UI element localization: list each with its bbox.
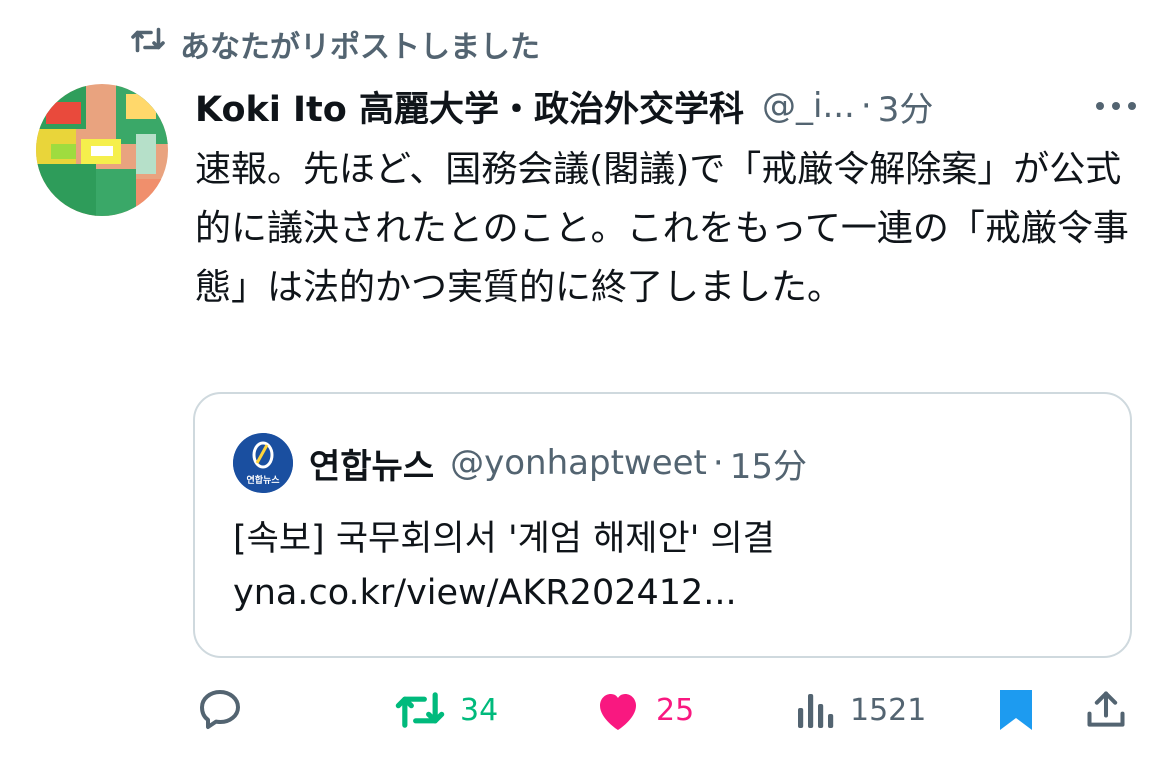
quoted-tweet-header: 연합뉴스 연합뉴스 @yonhaptweet · 15分 xyxy=(233,432,807,494)
tweet-text: 速報。先ほど、国務会議(閣議)で「戒厳令解除案」が公式的に議決されたとのこと。こ… xyxy=(195,149,1129,308)
reply-button[interactable] xyxy=(196,680,244,740)
quoted-text: [속보] 국무회의서 '계엄 해제안' 의결 yna.co.kr/view/AK… xyxy=(233,512,1093,620)
quoted-avatar: 연합뉴스 xyxy=(233,433,293,493)
quoted-avatar-text: 연합뉴스 xyxy=(246,476,280,486)
action-bar: 34 25 1521 xyxy=(0,680,1170,740)
repost-button[interactable]: 34 xyxy=(394,680,498,740)
more-icon[interactable] xyxy=(1096,102,1136,110)
post-time[interactable]: 3分 xyxy=(878,82,934,131)
repost-banner-text: あなたがリポストしました xyxy=(180,30,540,65)
share-icon xyxy=(1084,688,1128,732)
tweet-header: Koki Ito 高麗大学・政治外交学科 @_i... · 3分 xyxy=(195,78,1136,134)
like-count: 25 xyxy=(656,692,695,728)
repost-banner: あなたがリポストしました xyxy=(130,22,540,66)
quoted-tweet[interactable]: 연합뉴스 연합뉴스 @yonhaptweet · 15分 [속보] 국무회의서 … xyxy=(193,392,1132,658)
views-count: 1521 xyxy=(850,692,927,728)
quoted-display-name: 연합뉴스 xyxy=(309,446,435,487)
quoted-time: 15分 xyxy=(729,446,807,487)
heart-icon xyxy=(594,688,642,732)
quoted-link[interactable]: yna.co.kr/view/AKR202412... xyxy=(233,566,1093,620)
quoted-handle: @yonhaptweet xyxy=(450,443,707,483)
like-button[interactable]: 25 xyxy=(594,680,694,740)
reply-icon xyxy=(196,686,244,734)
views-button[interactable]: 1521 xyxy=(796,680,926,740)
repost-icon xyxy=(394,688,446,732)
views-icon xyxy=(796,690,836,730)
author-handle[interactable]: @_i... xyxy=(762,86,855,126)
quoted-text-line1: [속보] 국무회의서 '계엄 해제안' 의결 xyxy=(233,519,775,559)
repost-count: 34 xyxy=(460,692,499,728)
bookmark-icon xyxy=(996,686,1036,734)
avatar[interactable] xyxy=(36,84,168,216)
repost-icon xyxy=(130,25,166,63)
quoted-separator-dot: · xyxy=(712,443,724,483)
separator-dot: · xyxy=(860,86,872,126)
author-display-name[interactable]: Koki Ito 高麗大学・政治外交学科 xyxy=(195,81,744,132)
bookmark-button[interactable] xyxy=(996,680,1036,740)
share-button[interactable] xyxy=(1084,680,1128,740)
